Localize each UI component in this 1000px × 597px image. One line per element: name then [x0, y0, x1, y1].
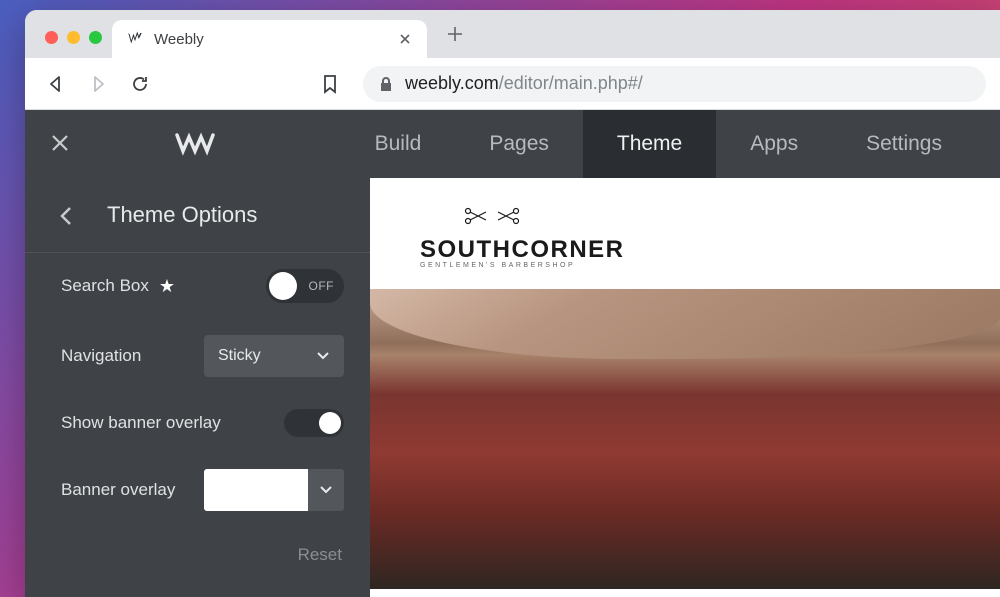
option-banner-overlay-color: Banner overlay	[25, 453, 370, 527]
preview-brand: SOUTHCORNER GENTLEMEN'S BARBERSHOP	[370, 178, 1000, 289]
brand-title: SOUTHCORNER	[420, 236, 1000, 264]
nav-pages[interactable]: Pages	[455, 110, 583, 178]
chevron-down-icon	[316, 351, 330, 361]
tab-close-button[interactable]	[397, 31, 413, 47]
tab-strip: Weebly	[25, 10, 1000, 58]
option-label: Navigation	[61, 346, 141, 366]
tab-title: Weebly	[154, 31, 387, 48]
nav-build[interactable]: Build	[341, 110, 456, 178]
sidebar-header: Theme Options	[25, 178, 370, 253]
window-maximize-button[interactable]	[89, 31, 102, 44]
navigation-dropdown[interactable]: Sticky	[204, 335, 344, 377]
option-label: Banner overlay	[61, 480, 175, 500]
nav-back-button[interactable]	[39, 67, 73, 101]
window-close-button[interactable]	[45, 31, 58, 44]
editor-close-button[interactable]	[49, 132, 73, 156]
banner-image	[370, 289, 1000, 589]
show-banner-overlay-toggle[interactable]	[284, 409, 344, 437]
color-swatch	[204, 469, 308, 511]
site-preview: SOUTHCORNER GENTLEMEN'S BARBERSHOP	[370, 178, 1000, 597]
new-tab-button[interactable]	[441, 20, 469, 48]
bookmark-button[interactable]	[313, 67, 347, 101]
search-box-toggle[interactable]: OFF	[266, 269, 344, 303]
url-field[interactable]: weebly.com/editor/main.php#/	[363, 66, 986, 102]
nav-forward-button[interactable]	[81, 67, 115, 101]
nav-theme[interactable]: Theme	[583, 110, 716, 178]
window-minimize-button[interactable]	[67, 31, 80, 44]
lock-icon	[379, 76, 395, 92]
nav-settings[interactable]: Settings	[832, 110, 976, 178]
window-controls	[39, 31, 112, 58]
address-bar: weebly.com/editor/main.php#/	[25, 58, 1000, 110]
theme-options-sidebar: Theme Options Search Box ★ OFF Navigatio…	[25, 178, 370, 597]
banner-overlay-color-picker[interactable]	[204, 469, 344, 511]
option-search-box: Search Box ★ OFF	[25, 253, 370, 319]
toggle-knob	[269, 272, 297, 300]
option-show-banner-overlay: Show banner overlay	[25, 393, 370, 453]
toggle-knob	[319, 412, 341, 434]
brand-subtitle: GENTLEMEN'S BARBERSHOP	[420, 262, 1000, 269]
url-text: weebly.com/editor/main.php#/	[405, 73, 643, 94]
app-body: Theme Options Search Box ★ OFF Navigatio…	[25, 178, 1000, 597]
weebly-logo-icon[interactable]	[173, 122, 217, 166]
option-label: Show banner overlay	[61, 413, 221, 433]
browser-window: Weebly weebly.com/editor/main.	[25, 10, 1000, 597]
sidebar-back-button[interactable]	[59, 205, 79, 225]
sidebar-title: Theme Options	[107, 202, 257, 228]
star-icon: ★	[159, 276, 175, 297]
url-path: /editor/main.php#/	[499, 73, 643, 93]
header-nav: Build Pages Theme Apps Settings	[341, 110, 976, 178]
chevron-down-icon	[308, 469, 344, 511]
weebly-favicon-icon	[126, 30, 144, 48]
scissors-icon	[462, 206, 1000, 228]
browser-tab[interactable]: Weebly	[112, 20, 427, 58]
option-label: Search Box ★	[61, 276, 175, 297]
url-domain: weebly.com	[405, 73, 499, 93]
reset-button[interactable]: Reset	[298, 545, 342, 564]
option-navigation: Navigation Sticky	[25, 319, 370, 393]
nav-apps[interactable]: Apps	[716, 110, 832, 178]
nav-reload-button[interactable]	[123, 67, 157, 101]
dropdown-value: Sticky	[218, 347, 261, 365]
reset-row: Reset	[25, 527, 370, 583]
app-header: Build Pages Theme Apps Settings	[25, 110, 1000, 178]
toggle-state-label: OFF	[309, 279, 335, 293]
